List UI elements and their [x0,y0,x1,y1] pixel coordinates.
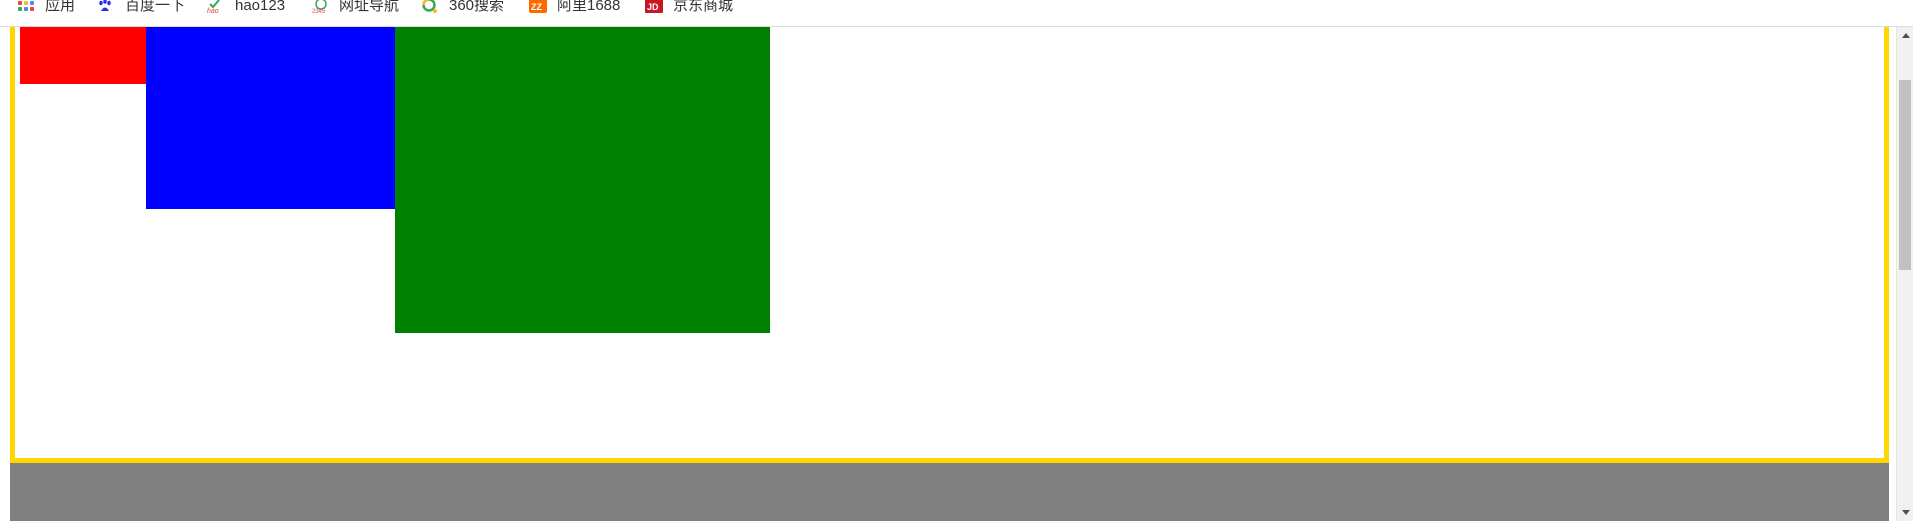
bookmark-label: 网址导航 [339,0,400,14]
alibaba-1688-icon: ZZ [529,0,547,14]
svg-text:hao: hao [207,8,219,14]
jd-icon: JD [645,0,663,14]
bookmark-label: 应用 [45,0,76,14]
green-box [395,27,770,333]
svg-text:JD: JD [647,2,659,12]
red-box [20,27,146,84]
bookmark-label: 京东商城 [673,0,734,14]
scrollbar-thumb[interactable] [1899,80,1911,270]
2345-nav-icon: 2345 [311,0,329,15]
apps-grid-icon [17,0,35,14]
bookmark-baidu[interactable]: 百度一下 [97,0,185,15]
hao123-icon: hao [207,0,225,15]
svg-text:ZZ: ZZ [531,2,542,12]
yellow-bordered-container [10,27,1889,463]
scroll-up-button[interactable] [1897,27,1913,44]
bookmark-360[interactable]: 360搜索 [421,0,504,15]
bookmark-label: hao123 [235,0,286,14]
blue-box [146,27,395,209]
arrow-up-icon [1901,33,1910,38]
arrow-down-icon [1901,510,1910,515]
bookmark-label: 阿里1688 [557,0,621,14]
bookmark-apps[interactable]: 应用 [17,0,75,15]
baidu-paw-icon [97,0,115,14]
page-viewport [0,27,1896,521]
bookmark-label: 百度一下 [125,0,186,14]
360-search-icon [421,0,439,14]
svg-text:2345: 2345 [312,9,326,14]
bookmark-hao123[interactable]: hao hao123 [207,0,285,15]
bookmark-jd[interactable]: JD 京东商城 [645,0,733,15]
scroll-down-button[interactable] [1897,504,1913,521]
bookmark-label: 360搜索 [449,0,505,14]
vertical-scrollbar[interactable] [1896,27,1913,521]
bookmark-1688[interactable]: ZZ 阿里1688 [529,0,620,15]
bookmarks-bar: 应用 百度一下 hao hao123 2345 网址导航 360搜索 ZZ 阿里… [0,0,1913,27]
bookmark-2345[interactable]: 2345 网址导航 [311,0,399,15]
